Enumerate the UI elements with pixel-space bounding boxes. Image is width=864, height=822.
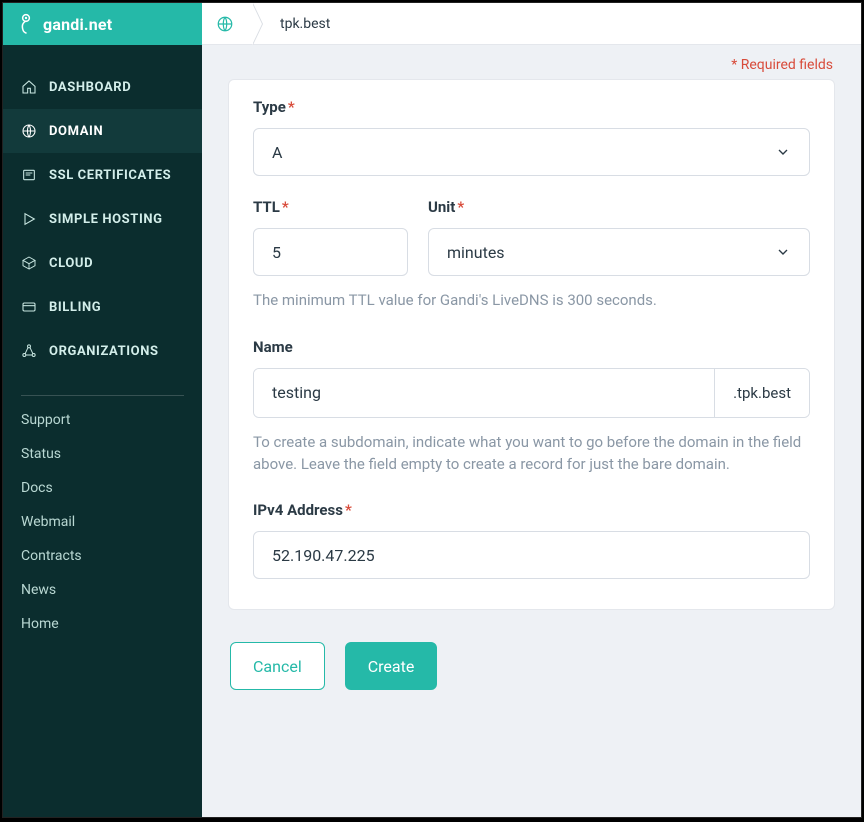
ttl-input[interactable] xyxy=(272,243,389,262)
globe-icon xyxy=(216,15,234,33)
sublink-news[interactable]: News xyxy=(21,582,184,598)
sidebar-item-ssl[interactable]: SSL CERTIFICATES xyxy=(3,153,202,197)
field-name: Name .tpk.best xyxy=(253,338,810,418)
main: tpk.best * Required fields Type* A TTL* xyxy=(202,3,861,817)
field-ipv4: IPv4 Address* xyxy=(253,501,810,579)
label-type: Type* xyxy=(253,98,810,116)
sidebar-item-label: BILLING xyxy=(49,300,101,315)
type-select-value: A xyxy=(272,143,282,162)
brand-bar[interactable]: gandi.net xyxy=(3,3,202,45)
play-icon xyxy=(21,211,37,227)
actions: Cancel Create xyxy=(230,642,833,690)
field-unit: Unit* minutes xyxy=(428,198,810,276)
sidebar-item-label: ORGANIZATIONS xyxy=(49,344,159,359)
sublink-support[interactable]: Support xyxy=(21,412,184,428)
unit-select-value: minutes xyxy=(447,243,505,262)
home-icon xyxy=(21,79,37,95)
sidebar-item-label: CLOUD xyxy=(49,256,93,271)
required-note: * Required fields xyxy=(228,57,833,73)
cube-icon xyxy=(21,255,37,271)
form-card: Type* A TTL* Unit* xyxy=(228,79,835,610)
sidebar-item-domain[interactable]: DOMAIN xyxy=(3,109,202,153)
name-help: To create a subdomain, indicate what you… xyxy=(253,432,810,476)
name-suffix: .tpk.best xyxy=(714,369,809,417)
sidebar-item-label: DOMAIN xyxy=(49,124,103,139)
field-ttl: TTL* xyxy=(253,198,408,276)
label-text: Unit xyxy=(428,198,455,216)
ipv4-input-wrap xyxy=(253,531,810,579)
sidebar-item-billing[interactable]: BILLING xyxy=(3,285,202,329)
sidebar: gandi.net DASHBOARD DOMAIN SSL CERTIFICA… xyxy=(3,3,202,817)
label-ipv4: IPv4 Address* xyxy=(253,501,810,519)
sidebar-item-label: SSL CERTIFICATES xyxy=(49,168,171,183)
sidebar-item-label: DASHBOARD xyxy=(49,80,131,95)
label-ttl: TTL* xyxy=(253,198,408,216)
sublink-webmail[interactable]: Webmail xyxy=(21,514,184,530)
sublink-home[interactable]: Home xyxy=(21,616,184,632)
type-select[interactable]: A xyxy=(253,128,810,176)
breadcrumb-root[interactable] xyxy=(202,3,252,45)
label-text: IPv4 Address xyxy=(253,501,343,519)
ttl-input-wrap xyxy=(253,228,408,276)
label-text: Type xyxy=(253,98,286,116)
cancel-button[interactable]: Cancel xyxy=(230,642,325,690)
brand-logo-icon xyxy=(17,13,35,35)
brand-name: gandi.net xyxy=(43,15,112,34)
sidebar-item-hosting[interactable]: SIMPLE HOSTING xyxy=(3,197,202,241)
certificate-icon xyxy=(21,167,37,183)
sidebar-item-label: SIMPLE HOSTING xyxy=(49,212,163,227)
required-asterisk: * xyxy=(457,198,464,216)
network-icon xyxy=(21,343,37,359)
create-button[interactable]: Create xyxy=(345,642,438,690)
chevron-down-icon xyxy=(775,144,791,160)
sidebar-item-organizations[interactable]: ORGANIZATIONS xyxy=(3,329,202,373)
label-name: Name xyxy=(253,338,810,356)
field-type: Type* A xyxy=(253,98,810,176)
label-unit: Unit* xyxy=(428,198,810,216)
name-input[interactable] xyxy=(272,383,696,402)
chevron-down-icon xyxy=(775,244,791,260)
unit-select[interactable]: minutes xyxy=(428,228,810,276)
topbar: tpk.best xyxy=(202,3,861,45)
ipv4-input[interactable] xyxy=(272,546,791,565)
required-asterisk: * xyxy=(345,501,352,519)
breadcrumb-domain[interactable]: tpk.best xyxy=(280,16,330,32)
card-icon xyxy=(21,299,37,315)
sidebar-separator xyxy=(21,395,184,396)
required-asterisk: * xyxy=(282,198,289,216)
sidebar-sublinks: Support Status Docs Webmail Contracts Ne… xyxy=(3,406,202,638)
name-input-wrap xyxy=(254,369,714,417)
sidebar-item-cloud[interactable]: CLOUD xyxy=(3,241,202,285)
required-asterisk: * xyxy=(288,98,295,116)
name-input-group: .tpk.best xyxy=(253,368,810,418)
primary-nav: DASHBOARD DOMAIN SSL CERTIFICATES SIMPLE… xyxy=(3,45,202,373)
sublink-status[interactable]: Status xyxy=(21,446,184,462)
sublink-docs[interactable]: Docs xyxy=(21,480,184,496)
label-text: TTL xyxy=(253,198,280,216)
sidebar-item-dashboard[interactable]: DASHBOARD xyxy=(3,65,202,109)
ttl-help: The minimum TTL value for Gandi's LiveDN… xyxy=(253,290,810,312)
globe-icon xyxy=(21,123,37,139)
sublink-contracts[interactable]: Contracts xyxy=(21,548,184,564)
content: * Required fields Type* A TTL* xyxy=(202,45,861,716)
